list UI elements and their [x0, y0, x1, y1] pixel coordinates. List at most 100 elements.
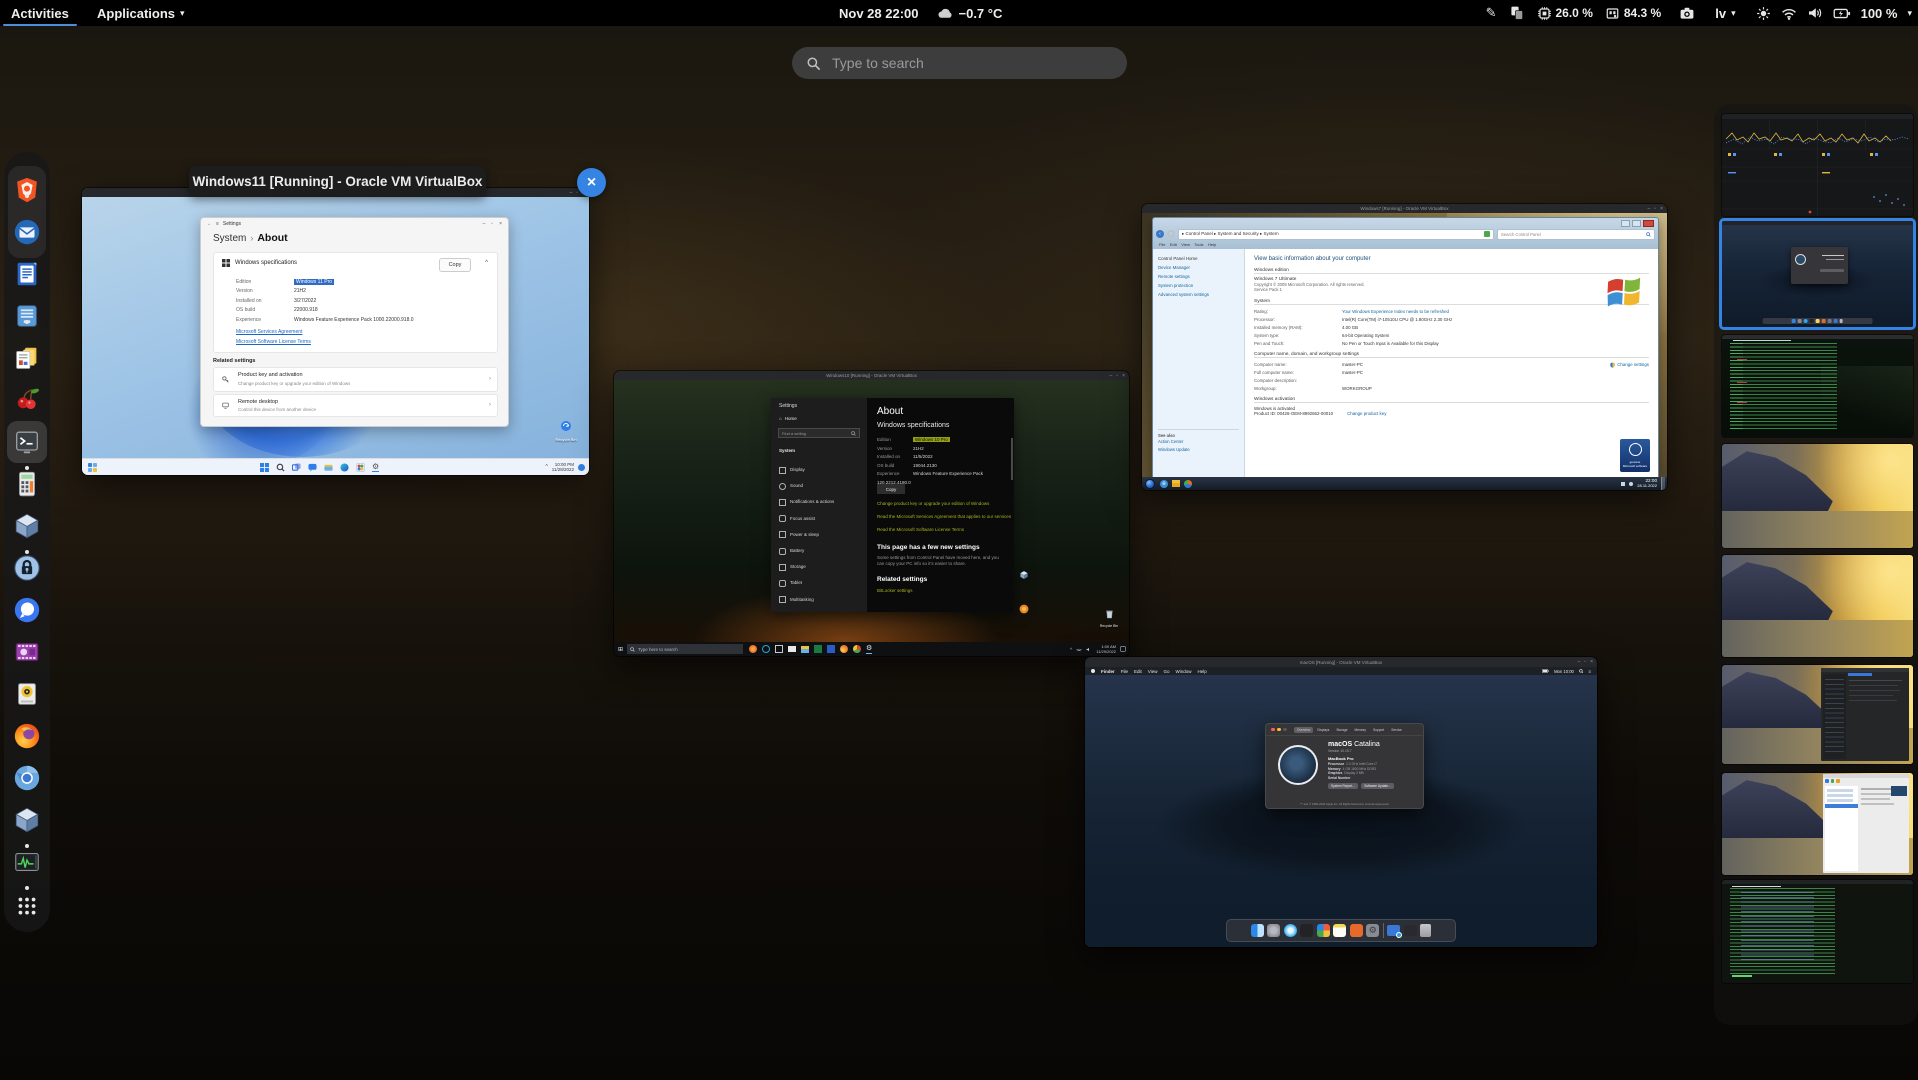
search-icon	[630, 647, 635, 652]
related-row-title: Remote desktop	[238, 399, 278, 405]
workspace-thumbnail-6-file-manager[interactable]	[1722, 665, 1913, 764]
dock-item-cherrytree-icon[interactable]	[12, 385, 42, 415]
remote-desktop-icon	[222, 402, 229, 409]
spec-label: Installed on	[236, 297, 294, 306]
workspace-thumbnail-4-island[interactable]	[1722, 444, 1913, 548]
show-applications-button[interactable]	[12, 891, 42, 921]
workspace-thumbnail-2-macos-selected[interactable]	[1719, 218, 1916, 330]
row-label: System type:	[1254, 332, 1342, 340]
weather-indicator: −0.7 °C	[937, 6, 1003, 21]
explorer-icon	[1172, 480, 1180, 487]
tab-support: Support	[1370, 727, 1387, 733]
dark-folder-icon	[1404, 925, 1417, 936]
window-preview-windows10-vm[interactable]: Windows10 [Running] - Oracle VM VirtualB…	[614, 371, 1129, 656]
activities-button[interactable]: Activities	[2, 0, 78, 26]
dock-item-system-monitor-icon[interactable]	[12, 847, 42, 877]
cpu-indicator[interactable]: 26.0 %	[1537, 6, 1593, 21]
spec-value: Windows Feature Experience Pack 1000.220…	[294, 317, 414, 323]
vm-title: Windows7 [Running] - Oracle VM VirtualBo…	[1360, 206, 1448, 211]
clock-weather-area[interactable]: Nov 28 22:00 −0.7 °C	[830, 0, 1011, 26]
window-close-button[interactable]: ×	[577, 168, 606, 197]
window-preview-windows11-vm[interactable]: Windows11 [Running] - Oracle VM VirtualB…	[82, 188, 589, 475]
dock-item-brave-icon[interactable]	[12, 175, 42, 205]
specs-grid-icon	[222, 259, 230, 267]
dock-item-audacious-icon[interactable]	[12, 679, 42, 709]
clipboard-icon[interactable]	[1509, 5, 1525, 21]
mini-dark-file-manager	[1821, 668, 1909, 761]
change-settings-link: Change settings	[1610, 361, 1649, 369]
new-settings-body: Some settings from Control Panel have mo…	[877, 555, 1002, 567]
overview-search-bar[interactable]	[792, 47, 1127, 79]
vm-taskbar-date: 11/29/2022	[1096, 649, 1116, 654]
dock-item-paperwork-icon[interactable]	[12, 343, 42, 373]
breadcrumb-root: System	[213, 233, 246, 244]
memory-indicator[interactable]: 84.3 %	[1605, 6, 1661, 21]
dock-item-firefox-icon[interactable]	[12, 721, 42, 751]
dock-item-card-file-icon[interactable]	[12, 301, 42, 331]
vm-taskbar-date: 11/28/2022	[552, 467, 574, 473]
system-menu[interactable]: 100 % ▾	[1756, 6, 1912, 21]
find-a-setting-box: Find a setting	[778, 428, 860, 438]
workspace-thumbnail-7-virtualbox-manager[interactable]	[1722, 773, 1913, 875]
close-icon: ×	[1590, 659, 1593, 665]
genuine-badge-emblem	[1629, 443, 1642, 456]
workspace-thumbnail-5-island[interactable]	[1722, 555, 1913, 657]
address-toolbar: ‹ › ▸ Control Panel ▸ System and Securit…	[1156, 228, 1655, 240]
dock-item-chromium-icon[interactable]	[12, 763, 42, 793]
screenshot-annotate-icon[interactable]: ✎	[1486, 5, 1497, 21]
back-icon: ‹	[1156, 230, 1164, 238]
sidebar-item: Remote settings	[1158, 272, 1239, 281]
catalina-circle-image	[1278, 745, 1318, 785]
about-this-mac-window: Overview Displays Storage Memory Support…	[1265, 723, 1424, 809]
dock-item-virtualbox-2-icon[interactable]	[12, 805, 42, 835]
dock-item-thunderbird-icon[interactable]	[12, 217, 42, 247]
dock-item-virtualbox-icon[interactable]	[12, 511, 42, 541]
search-input[interactable]	[830, 54, 1114, 72]
services-agreement-link: Read the Microsoft Services Agreement th…	[877, 514, 1011, 519]
spec-value: 3/27/2022	[294, 298, 316, 304]
window-preview-macos-vm[interactable]: macOS [Running] - Oracle VM VirtualBox –…	[1085, 657, 1597, 947]
close-icon: ×	[1122, 373, 1125, 379]
workspace-thumbnail-1-grafana[interactable]	[1722, 114, 1913, 216]
sidebar-items: Display Sound Notifications & actions Fo…	[779, 462, 834, 608]
chevron-down-icon: ▾	[1731, 8, 1736, 19]
spec-value: 21H2	[913, 446, 924, 451]
related-row-remote-desktop: Remote desktop Control this device from …	[213, 394, 498, 417]
row-label: Workgroup:	[1254, 385, 1342, 393]
workspace-thumbnail-8-terminal[interactable]	[1722, 880, 1913, 983]
change-product-key-link: Change product key or upgrade your editi…	[877, 501, 989, 506]
computer-rows: Computer name:master-PC Full computer na…	[1254, 361, 1649, 393]
card-title: Windows specifications	[877, 422, 949, 429]
maximize-icon: ▫	[491, 221, 493, 227]
vm-taskbar-date: 28.11.2022	[1637, 484, 1657, 489]
terminal-white-line	[1733, 340, 1790, 341]
menu-item: File	[1121, 669, 1128, 674]
tab-service: Service	[1388, 727, 1405, 733]
system-rows: Rating:Your Windows Experience Index nee…	[1254, 308, 1649, 348]
photos-icon	[1317, 924, 1330, 937]
workspace-thumbnail-3-terminal[interactable]	[1722, 335, 1913, 437]
terminal-white-line	[1732, 886, 1782, 887]
window-title-text: Windows11 [Running] - Oracle VM VirtualB…	[193, 174, 483, 189]
win7-taskbar-icons: e	[1160, 480, 1192, 488]
dock-item-calculator-icon[interactable]	[12, 469, 42, 499]
system-section-heading: System	[1254, 299, 1649, 305]
dock-running-dot	[25, 320, 29, 324]
dock-item-video-editor-icon[interactable]	[12, 637, 42, 667]
dock-separator	[1383, 923, 1384, 938]
network-icon	[1076, 647, 1082, 652]
dock-item-libreoffice-writer-icon[interactable]	[12, 259, 42, 289]
related-row-product-key: Product key and activation Change produc…	[213, 367, 498, 392]
macos-menu-right: Mon 10:00 ≡	[1542, 669, 1591, 674]
win7-desktop: ‹ › ▸ Control Panel ▸ System and Securit…	[1142, 213, 1667, 477]
keyboard-layout-indicator[interactable]: lv ▾	[1715, 6, 1735, 21]
applications-menu[interactable]: Applications ▾	[88, 0, 194, 26]
trash-icon	[1420, 924, 1431, 937]
dock-item-terminal-icon[interactable]	[12, 427, 42, 457]
dock-item-keepassxc-icon[interactable]	[12, 553, 42, 583]
window-preview-windows7-vm[interactable]: Windows7 [Running] - Oracle VM VirtualBo…	[1142, 204, 1667, 490]
mac-spec-rows: Processor2.3 GHz Intel Core i7 Memory4 G…	[1328, 762, 1420, 780]
dock-item-signal-icon[interactable]	[12, 595, 42, 625]
screenshot-camera-icon[interactable]	[1679, 6, 1695, 20]
taskbar-search-placeholder: Type here to search	[638, 647, 678, 652]
